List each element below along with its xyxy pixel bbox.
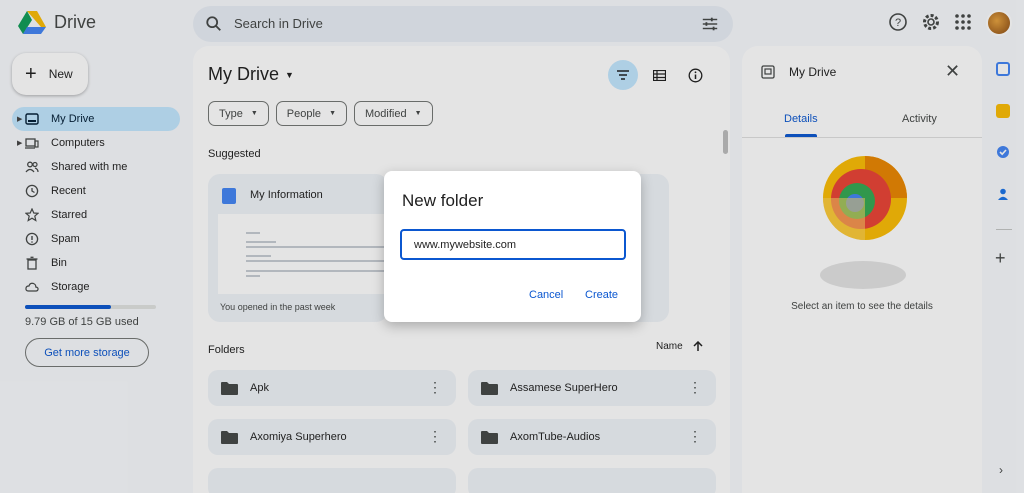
create-button[interactable]: Create <box>585 289 618 301</box>
folder-name-input[interactable] <box>400 229 626 260</box>
cancel-button[interactable]: Cancel <box>529 289 563 301</box>
new-folder-dialog: New folder Cancel Create <box>384 171 641 322</box>
dialog-title: New folder <box>402 191 484 210</box>
